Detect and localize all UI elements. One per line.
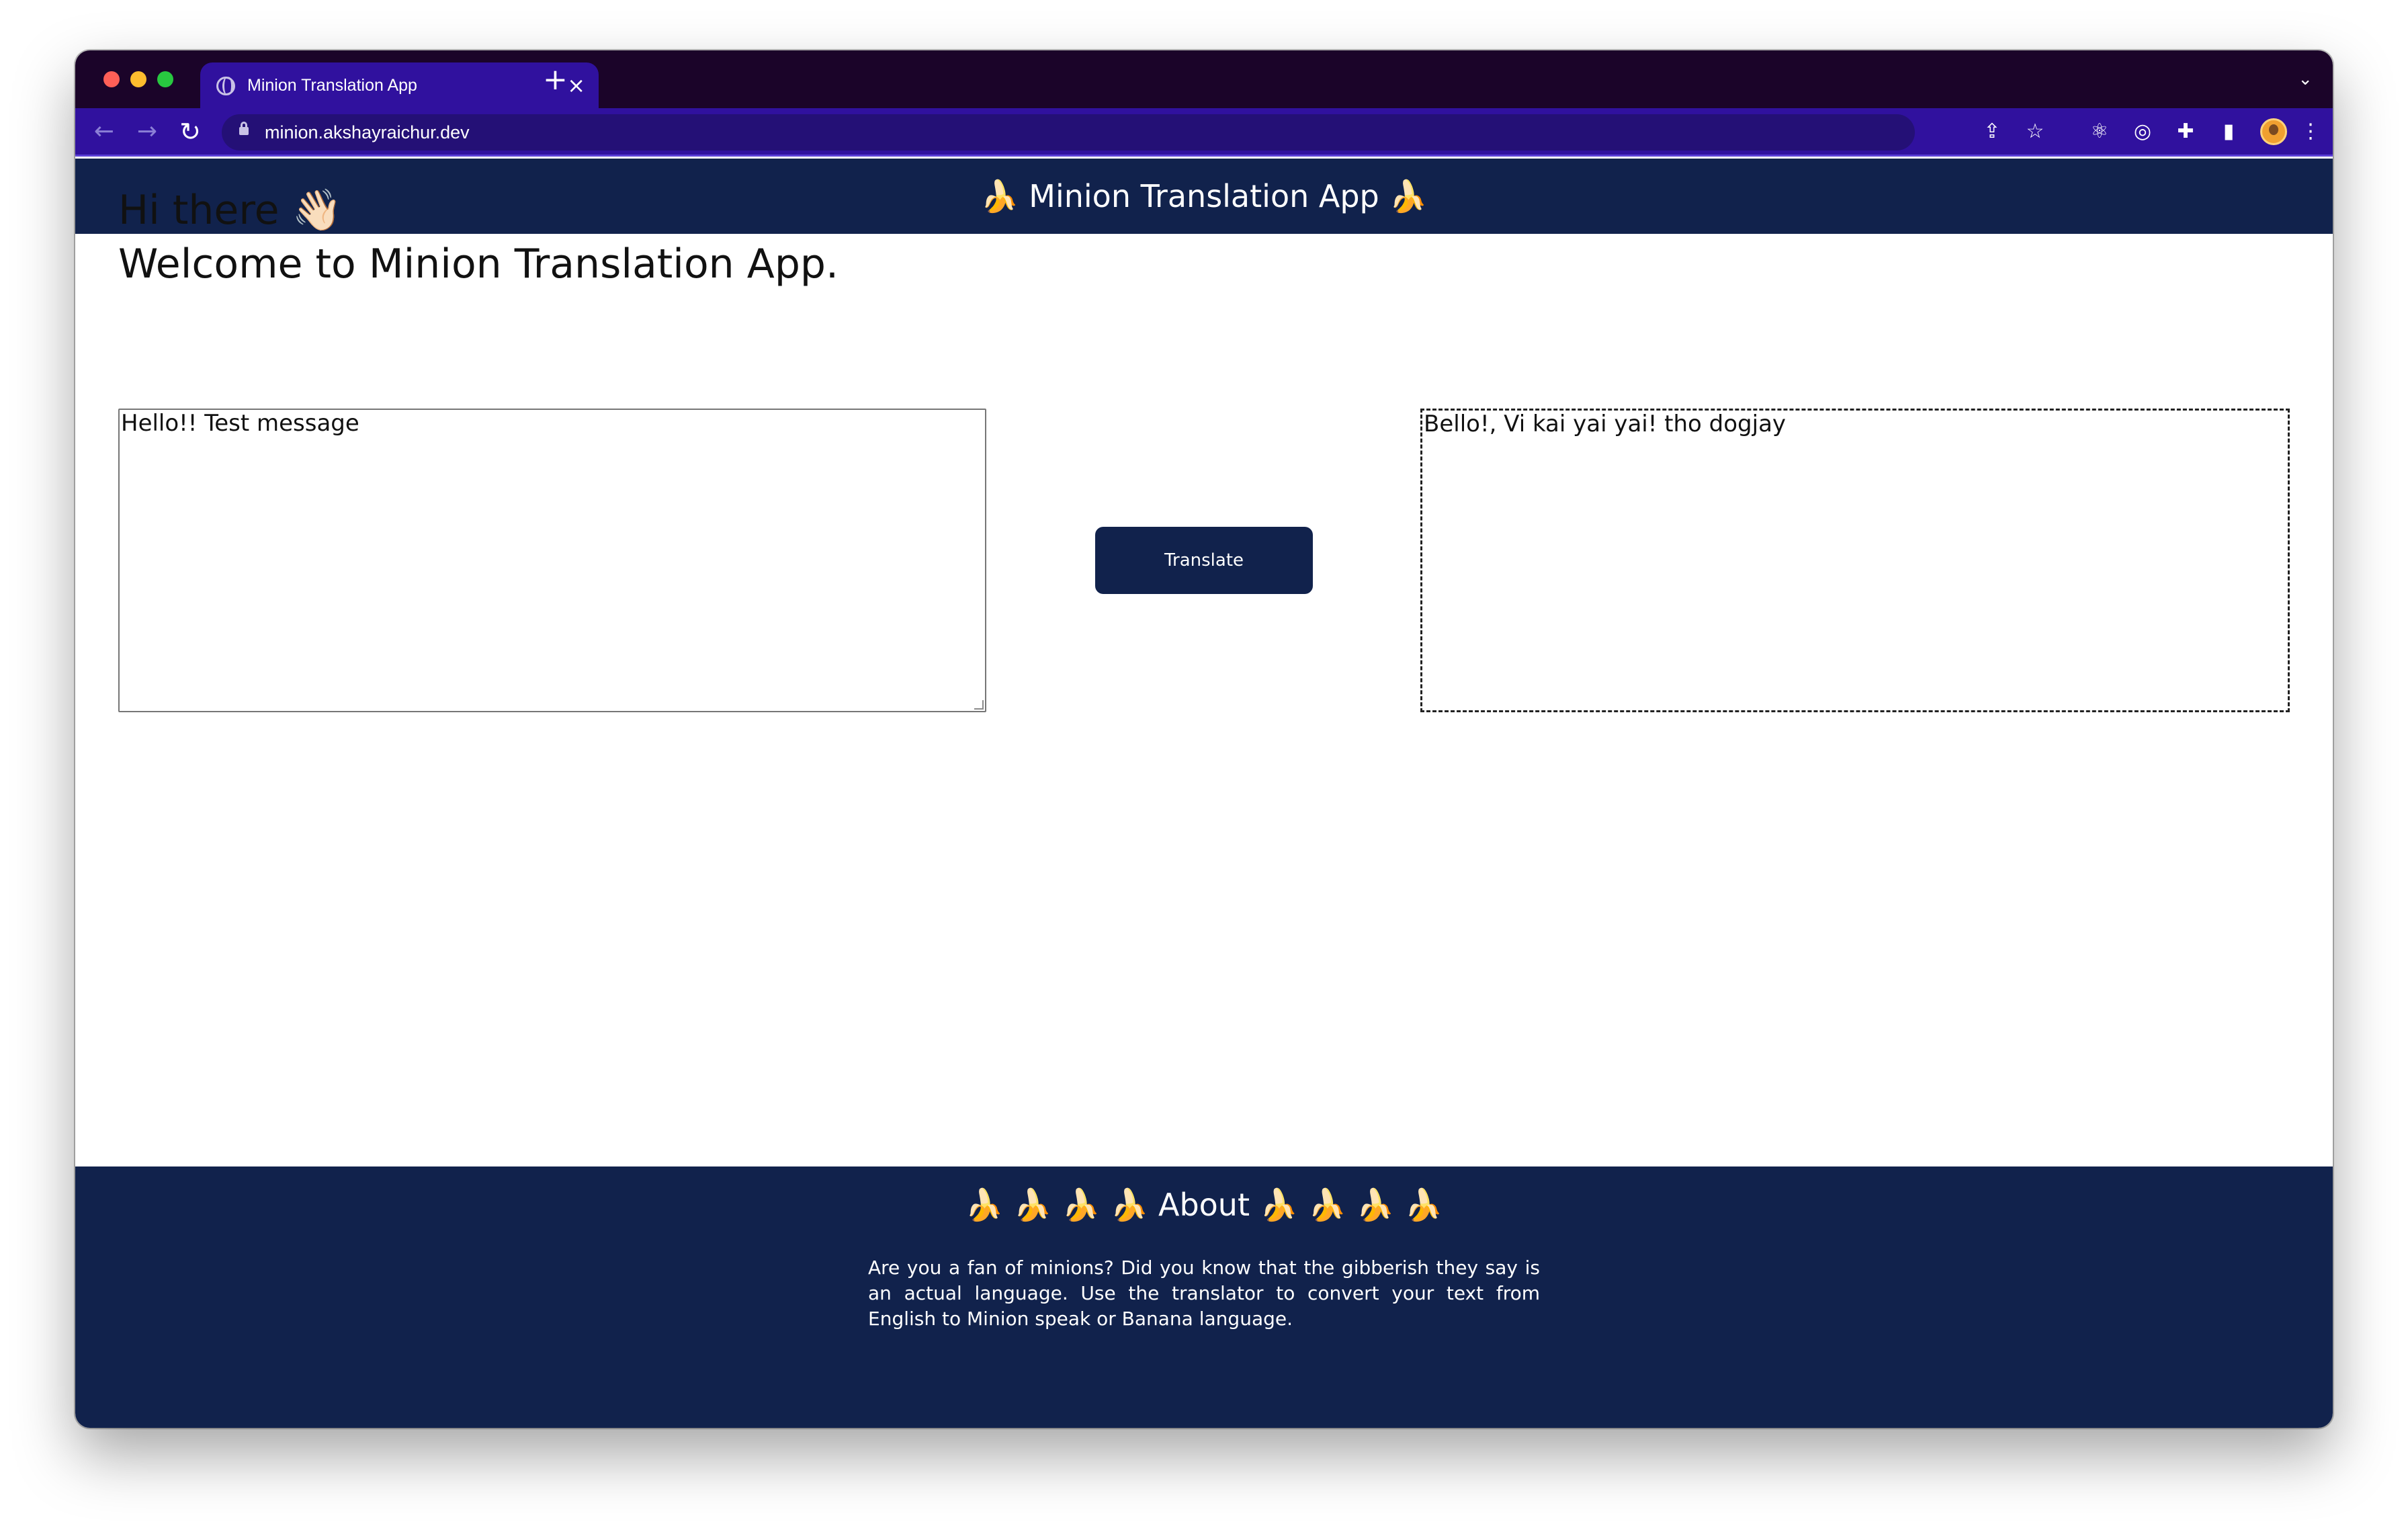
side-panel-icon[interactable]: ▮ [2214, 118, 2243, 146]
input-textarea[interactable] [118, 409, 986, 712]
tab-search-chevron-icon[interactable]: ⌄ [2298, 69, 2313, 89]
lock-icon [239, 122, 249, 135]
share-icon[interactable]: ⇪ [1978, 118, 2006, 146]
maximize-window-button[interactable] [157, 71, 173, 87]
app-header: 🍌 Minion Translation App 🍌 [75, 159, 2333, 234]
about-text: Are you a fan of minions? Did you know t… [868, 1257, 1540, 1330]
forward-arrow-icon[interactable]: → [132, 116, 163, 147]
new-tab-button[interactable]: + [543, 65, 568, 95]
extensions-puzzle-icon[interactable]: ✚ [2172, 118, 2200, 146]
bookmark-star-icon[interactable]: ☆ [2021, 118, 2049, 146]
reload-icon[interactable]: ↻ [175, 116, 206, 147]
url-text: minion.akshayraichur.dev [265, 122, 470, 142]
tab-minion-translation-app[interactable]: Minion Translation App × [200, 62, 599, 108]
browser-window: Minion Translation App × + ⌄ ← → ↻ minio… [75, 50, 2333, 1428]
address-bar[interactable]: minion.akshayraichur.dev [222, 114, 1915, 151]
back-arrow-icon[interactable]: ← [89, 116, 120, 147]
profile-avatar[interactable] [2260, 118, 2287, 145]
more-menu-icon[interactable]: ⋮ [2296, 118, 2325, 146]
page-content: 🍌 Minion Translation App 🍌 Hi there 👋🏻 W… [75, 159, 2333, 1428]
tab-close-icon[interactable]: × [567, 72, 585, 99]
output-box: Bello!, Vi kai yai yai! tho dogjay [1420, 409, 2290, 712]
globe-icon [216, 77, 235, 95]
tab-bar: Minion Translation App × + ⌄ [75, 50, 2333, 108]
close-window-button[interactable] [103, 71, 120, 87]
about-title: 🍌 🍌 🍌 🍌 About 🍌 🍌 🍌 🍌 [965, 1187, 1443, 1223]
about-footer: 🍌 🍌 🍌 🍌 About 🍌 🍌 🍌 🍌 Are you a fan of m… [75, 1166, 2333, 1428]
record-extension-icon[interactable]: ◎ [2128, 118, 2157, 146]
tab-title: Minion Translation App [247, 76, 417, 95]
textarea-resize-handle[interactable] [974, 700, 984, 710]
app-title: 🍌 Minion Translation App 🍌 [980, 177, 1428, 214]
browser-toolbar: ← → ↻ minion.akshayraichur.dev ⇪ ☆ ⚛ ◎ ✚… [75, 108, 2333, 157]
welcome-heading: Welcome to Minion Translation App. [118, 241, 839, 288]
greeting-heading: Hi there 👋🏻 [118, 187, 343, 234]
react-devtools-icon[interactable]: ⚛ [2086, 118, 2114, 146]
minimize-window-button[interactable] [130, 71, 146, 87]
translate-button[interactable]: Translate [1095, 527, 1313, 594]
